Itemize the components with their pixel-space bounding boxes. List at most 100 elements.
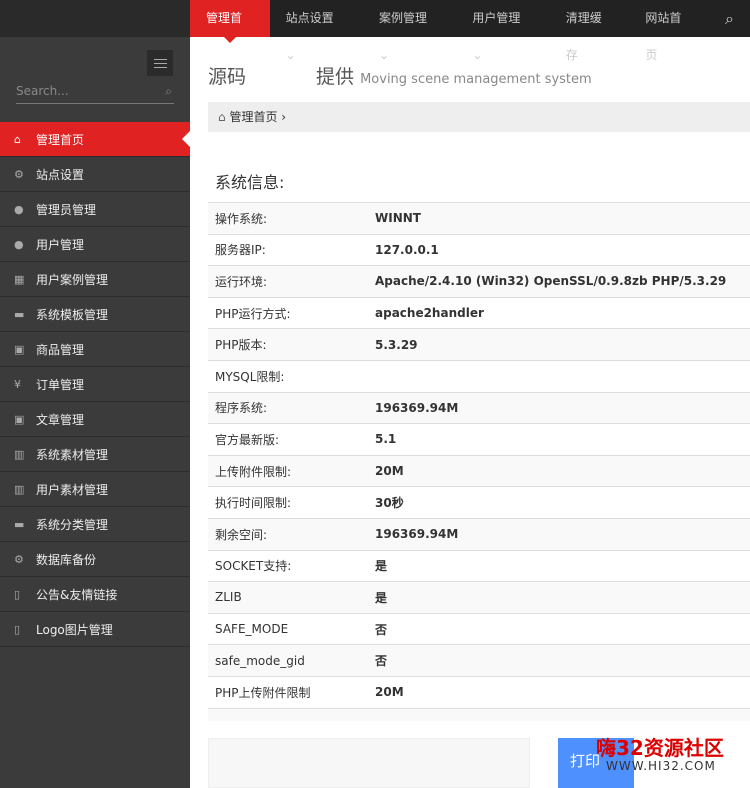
row-value: 5.3.29 [375, 338, 418, 352]
row-value: 否 [375, 621, 387, 638]
breadcrumb-separator: › [281, 110, 286, 124]
sidebar-item-label: 用户管理 [36, 236, 84, 253]
menu-icon: ▯ [14, 623, 36, 636]
sidebar-item-label: 文章管理 [36, 411, 84, 428]
table-row: 官方最新版:5.1 [208, 423, 750, 455]
sidebar-item[interactable]: ▬系统模板管理 [0, 297, 190, 332]
nav-item[interactable]: 站点设置 ⌄ [270, 0, 363, 37]
sidebar-item-label: 数据库备份 [36, 551, 96, 568]
table-row: PHP版本:5.3.29 [208, 328, 750, 360]
table-row: MYSQL限制: [208, 360, 750, 392]
menu-icon: ¥ [14, 378, 36, 391]
row-value: 196369.94M [375, 527, 458, 541]
breadcrumb-home[interactable]: 管理首页 [229, 110, 277, 124]
row-label: 官方最新版: [208, 431, 375, 448]
row-value: 196369.94M [375, 401, 458, 415]
menu-icon: ▦ [14, 273, 36, 286]
sidebar-item-label: 管理首页 [36, 131, 84, 148]
sidebar-item-label: 用户案例管理 [36, 271, 108, 288]
sidebar-item[interactable]: ⌂管理首页 [0, 122, 190, 157]
sidebar-item[interactable]: ▦用户案例管理 [0, 262, 190, 297]
row-value: 5.1 [375, 432, 396, 446]
row-value: 127.0.0.1 [375, 243, 439, 257]
nav-item[interactable]: 管理首页 [190, 0, 270, 37]
search-placeholder: Search... [16, 84, 69, 98]
sidebar-item[interactable]: ▯Logo图片管理 [0, 612, 190, 647]
row-label: safe_mode_gid [208, 654, 375, 668]
menu-toggle-button[interactable] [147, 50, 173, 76]
row-label: 上传附件限制: [208, 463, 375, 480]
home-icon: ⌂ [218, 110, 226, 124]
row-label: 执行时间限制: [208, 494, 375, 511]
sidebar-item[interactable]: ▥系统素材管理 [0, 437, 190, 472]
breadcrumb: ⌂ 管理首页 › [208, 102, 750, 132]
system-info-table: 操作系统:WINNT 服务器IP:127.0.0.1 运行环境:Apache/2.4… [208, 202, 750, 721]
sidebar-item-label: 订单管理 [36, 376, 84, 393]
menu-icon: ⌂ [14, 133, 36, 146]
row-label: 操作系统: [208, 210, 375, 227]
menu-icon: ▬ [14, 308, 36, 321]
table-row: SAFE_MODE否 [208, 613, 750, 645]
table-row: ZLIB是 [208, 581, 750, 613]
menu-icon: ▥ [14, 483, 36, 496]
menu-icon: ⚙ [14, 553, 36, 566]
row-label: ZLIB [208, 590, 375, 604]
row-label: SOCKET支持: [208, 557, 375, 574]
sidebar-item[interactable]: ▥用户素材管理 [0, 472, 190, 507]
table-row: 操作系统:WINNT [208, 202, 750, 234]
search-icon[interactable]: ⌕ [709, 0, 750, 37]
nav-item[interactable]: 网站首页 [629, 0, 709, 37]
sidebar-item-label: 站点设置 [36, 166, 84, 183]
sidebar-item-label: 系统模板管理 [36, 306, 108, 323]
menu-icon: ▯ [14, 588, 36, 601]
table-row: 执行时间限制:30秒 [208, 486, 750, 518]
sidebar-top [0, 0, 190, 37]
table-row: 上传附件限制:20M [208, 455, 750, 487]
row-label: 程序系统: [208, 399, 375, 416]
menu-icon: ▣ [14, 413, 36, 426]
menu-icon: ▬ [14, 518, 36, 531]
sidebar-item-label: 系统素材管理 [36, 446, 108, 463]
sidebar-item-label: 管理员管理 [36, 201, 96, 218]
sidebar-item-label: 系统分类管理 [36, 516, 108, 533]
sidebar-item-label: 用户素材管理 [36, 481, 108, 498]
sidebar-menu: ⌂管理首页⚙站点设置●管理员管理●用户管理▦用户案例管理▬系统模板管理▣商品管理… [0, 122, 190, 647]
table-row: 运行环境:Apache/2.4.10 (Win32) OpenSSL/0.9.8… [208, 265, 750, 297]
row-label: 服务器IP: [208, 241, 375, 258]
sidebar-item[interactable]: ●用户管理 [0, 227, 190, 262]
watermark-url: WWW.HI32.COM [606, 759, 716, 773]
sidebar-item[interactable]: ¥订单管理 [0, 367, 190, 402]
row-value: apache2handler [375, 306, 484, 320]
sidebar-item-label: 商品管理 [36, 341, 84, 358]
nav-item[interactable]: 用户管理 ⌄ [456, 0, 549, 37]
section-title: 系统信息: [215, 169, 284, 193]
sidebar-item[interactable]: ▣文章管理 [0, 402, 190, 437]
table-row: 剩余空间:196369.94M [208, 518, 750, 550]
nav-item[interactable]: 清理缓存 [550, 0, 630, 37]
row-value: 30秒 [375, 494, 404, 511]
sidebar-item[interactable]: ⚙站点设置 [0, 157, 190, 192]
row-label: PHP版本: [208, 336, 375, 353]
row-label: PHP上传附件限制 [208, 684, 375, 701]
sidebar-item[interactable]: ▯公告&友情链接 [0, 577, 190, 612]
row-label: 剩余空间: [208, 526, 375, 543]
row-label: 运行环境: [208, 273, 375, 290]
sidebar-item[interactable]: ⚙数据库备份 [0, 542, 190, 577]
row-value: 是 [375, 589, 387, 606]
sidebar-item[interactable]: ●管理员管理 [0, 192, 190, 227]
page-subtitle: Moving scene management system [360, 72, 592, 87]
table-row: 程序系统:196369.94M [208, 392, 750, 424]
row-label: PHP运行方式: [208, 305, 375, 322]
row-label: MYSQL限制: [208, 368, 375, 385]
menu-icon: ▣ [14, 343, 36, 356]
row-value: WINNT [375, 211, 421, 225]
menu-icon: ▥ [14, 448, 36, 461]
table-row: PHP运行方式:apache2handler [208, 297, 750, 329]
sidebar-item[interactable]: ▣商品管理 [0, 332, 190, 367]
search-icon[interactable]: ⌕ [165, 84, 172, 99]
sidebar-search-input[interactable]: Search... ⌕ [16, 84, 174, 104]
sidebar-item[interactable]: ▬系统分类管理 [0, 507, 190, 542]
nav-item[interactable]: 案例管理 ⌄ [363, 0, 456, 37]
table-row: PHP上传附件限制20M [208, 676, 750, 708]
sidebar: Search...⌕ ⌂管理首页⚙站点设置●管理员管理●用户管理▦用户案例管理▬… [0, 0, 190, 788]
